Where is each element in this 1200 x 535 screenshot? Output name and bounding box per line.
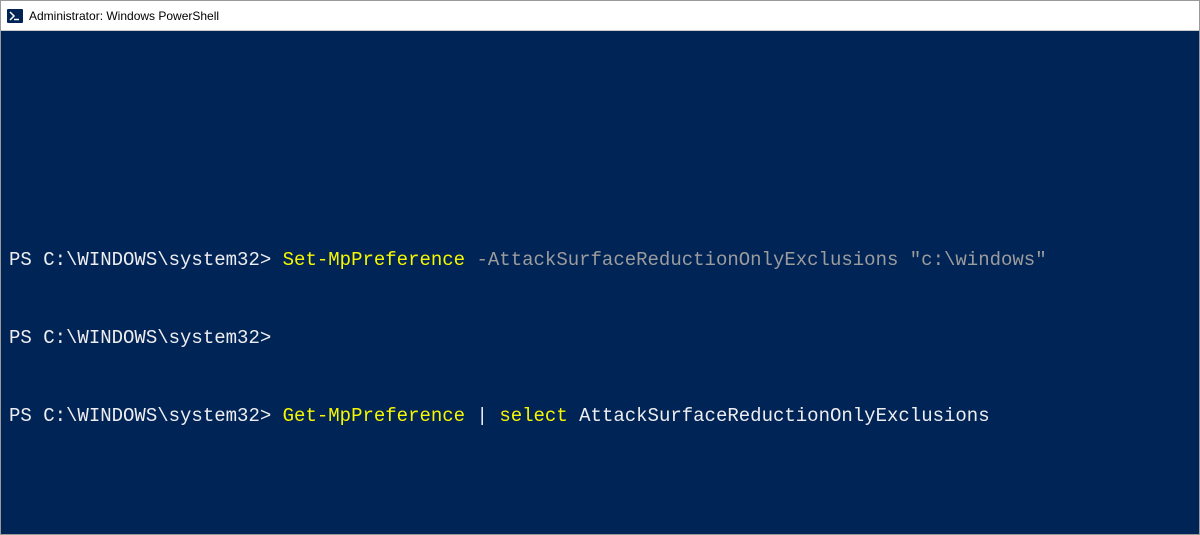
blank-line: [9, 91, 1191, 117]
prompt: PS C:\WINDOWS\system32>: [9, 327, 271, 349]
powershell-window: Administrator: Windows PowerShell PS C:\…: [0, 0, 1200, 535]
blank-line: [9, 169, 1191, 195]
pipe-operator: |: [477, 405, 488, 427]
terminal-line: PS C:\WINDOWS\system32> Set-MpPreference…: [9, 247, 1191, 273]
cmdlet-name: Set-MpPreference: [283, 249, 465, 271]
space: [271, 405, 282, 427]
space: [465, 249, 476, 271]
terminal-line: PS C:\WINDOWS\system32> Get-MpPreference…: [9, 403, 1191, 429]
select-keyword: select: [499, 405, 567, 427]
cmdlet-name: Get-MpPreference: [283, 405, 465, 427]
space: [271, 249, 282, 271]
terminal-line: PS C:\WINDOWS\system32>: [9, 325, 1191, 351]
blank-line: [9, 481, 1191, 507]
prompt: PS C:\WINDOWS\system32>: [9, 249, 271, 271]
parameter-name: -AttackSurfaceReductionOnlyExclusions: [477, 249, 899, 271]
space: [465, 405, 476, 427]
terminal-area[interactable]: PS C:\WINDOWS\system32> Set-MpPreference…: [1, 31, 1199, 534]
string-literal: "c:\windows": [910, 249, 1047, 271]
property-name: AttackSurfaceReductionOnlyExclusions: [579, 405, 989, 427]
titlebar[interactable]: Administrator: Windows PowerShell: [1, 1, 1199, 31]
window-title: Administrator: Windows PowerShell: [29, 9, 219, 23]
space: [568, 405, 579, 427]
space: [898, 249, 909, 271]
prompt: PS C:\WINDOWS\system32>: [9, 405, 271, 427]
powershell-icon: [7, 8, 23, 24]
space: [488, 405, 499, 427]
